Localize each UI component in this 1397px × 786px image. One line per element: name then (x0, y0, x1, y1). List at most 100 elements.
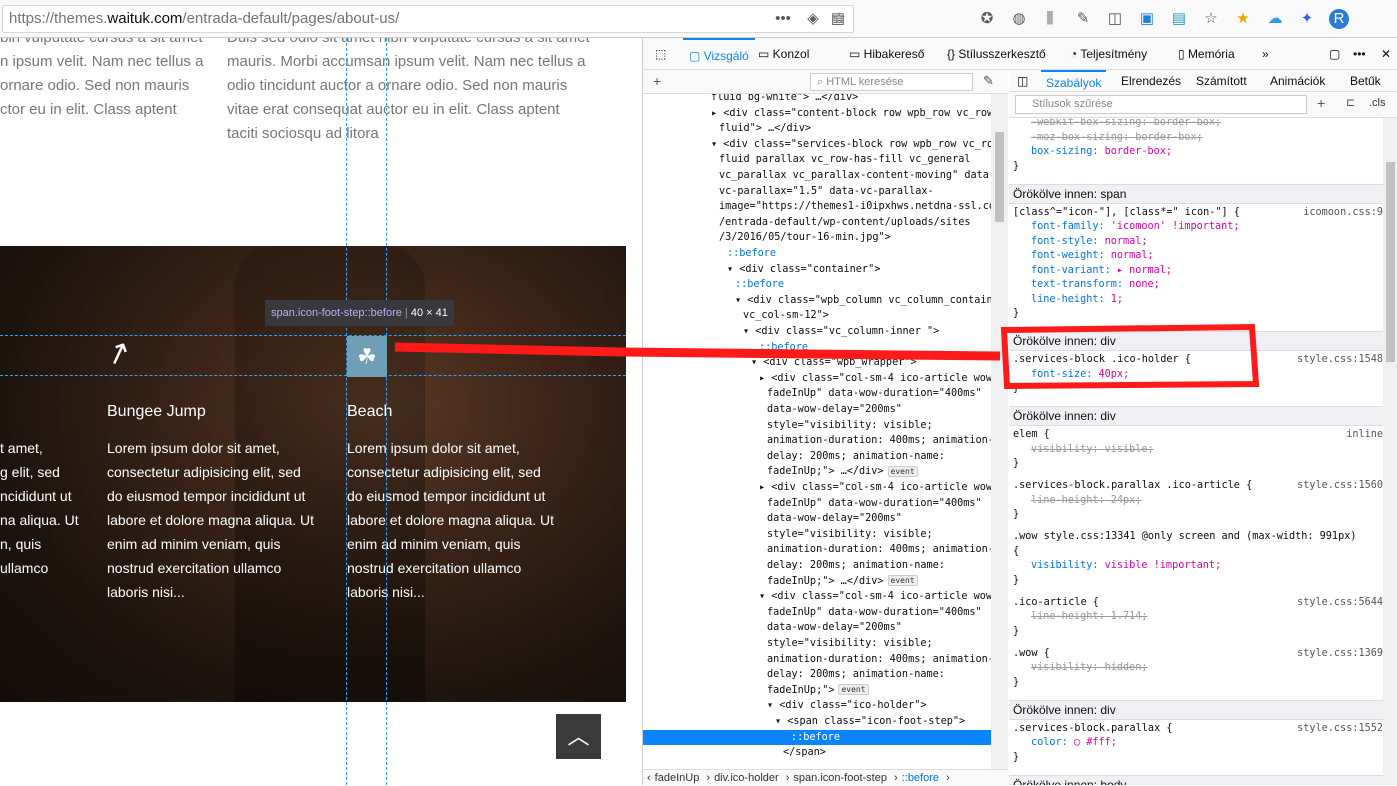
markup-node[interactable]: ▾ <div class="ico-holder"> (643, 698, 991, 714)
css-declaration[interactable]: -moz-box-sizing: border-box; (1009, 131, 1383, 145)
more-tabs-icon[interactable]: » (1262, 38, 1269, 70)
markup-node[interactable]: ▾ <div class="container"> (643, 262, 991, 278)
markup-node[interactable]: ▾ <div class="wpb_column vc_column_conta… (643, 293, 991, 309)
breadcrumb-1[interactable]: div.ico-holder (714, 772, 779, 784)
rule-source-link[interactable]: style.css:5644 (1297, 596, 1383, 610)
pick-element-icon[interactable]: ⬚ (655, 38, 666, 70)
breadcrumb-0[interactable]: fadeInUp (655, 772, 700, 784)
star-badge-icon[interactable]: ✪ (977, 9, 997, 29)
html-search-input[interactable]: ⌕ HTML keresése (810, 73, 973, 91)
css-declaration[interactable]: text-transform: none; (1009, 278, 1383, 292)
css-selector[interactable]: elem {inline (1009, 428, 1383, 442)
r-extension-icon[interactable]: R (1329, 9, 1349, 29)
markup-scrollbar[interactable] (991, 94, 1008, 769)
rule-source-link[interactable]: style.css:1552 (1297, 722, 1383, 736)
css-declaration[interactable]: -webkit-box-sizing: border-box; (1009, 118, 1383, 130)
sidebar-icon[interactable]: ◫ (1105, 9, 1125, 29)
markup-node[interactable]: animation-duration: 400ms; animation- (643, 652, 991, 668)
library-icon[interactable]: ⫼ (1040, 9, 1060, 29)
rules-scrollbar[interactable] (1383, 118, 1397, 785)
tab-rules[interactable]: Szabályok (1041, 70, 1107, 92)
url-bar[interactable]: https://themes.waituk.com/entrada-defaul… (2, 5, 854, 33)
markup-node[interactable]: fadeInUp" data-wow-duration="400ms" (643, 386, 991, 402)
markup-node[interactable]: vc_parallax vc_parallax-content-moving" … (643, 168, 991, 184)
pocket-icon[interactable]: ◈ (803, 9, 823, 29)
markup-node[interactable]: </span> (643, 745, 991, 761)
tab-animations[interactable]: Animációk (1270, 70, 1325, 92)
wrench-icon[interactable]: ✎ (1073, 9, 1093, 29)
css-declaration[interactable]: box-sizing: border-box; (1009, 145, 1383, 159)
tab-inspector[interactable]: ▢ Vizsgáló (683, 38, 755, 70)
markup-node[interactable]: ▾ <div class="vc_column-inner "> (643, 324, 991, 340)
tab-debugger[interactable]: ▭ Hibakereső (849, 38, 924, 70)
markup-node[interactable]: ::before (643, 277, 991, 293)
globe-icon[interactable]: ◍ (1009, 9, 1029, 29)
css-declaration[interactable]: visibility: visible; (1009, 443, 1383, 457)
markup-node[interactable]: fadeInUp" data-wow-duration="400ms" (643, 496, 991, 512)
breadcrumb-2[interactable]: span.icon-foot-step (793, 772, 887, 784)
markup-node[interactable]: animation-duration: 400ms; animation- (643, 542, 991, 558)
markup-node[interactable]: fadeInUp;"> …</div> event (643, 464, 991, 480)
devtools-menu-icon[interactable]: ••• (1353, 38, 1366, 70)
markup-node[interactable]: ▾ <span class="icon-foot-step"> (643, 714, 991, 730)
style-filter-input[interactable]: Stílusok szűrése (1015, 95, 1307, 114)
markup-node[interactable]: data-wow-delay="200ms" (643, 511, 991, 527)
markup-node[interactable]: data-wow-delay="200ms" (643, 402, 991, 418)
css-declaration[interactable]: font-weight: normal; (1009, 249, 1383, 263)
add-rule-icon[interactable]: + (1317, 95, 1325, 111)
favorite-star-icon[interactable]: ☆ (1201, 9, 1221, 29)
markup-node[interactable]: vc_col-sm-12"> (643, 308, 991, 324)
markup-node[interactable]: delay: 200ms; animation-name: (643, 667, 991, 683)
event-badge[interactable]: event (838, 684, 869, 696)
css-selector[interactable]: .services-block.parallax {style.css:1552 (1009, 722, 1383, 736)
css-declaration[interactable]: font-family: 'icomoon' !important; (1009, 220, 1383, 234)
gold-star-icon[interactable]: ★ (1233, 9, 1253, 29)
markup-node[interactable]: fluid bg-white"> …</div> (643, 94, 991, 106)
tab-style-editor[interactable]: {} Stílusszerkesztő (947, 38, 1046, 70)
css-selector[interactable]: [class^="icon-"], [class*=" icon-"] {ico… (1009, 206, 1383, 220)
css-selector[interactable]: .wow {style.css:1369 (1009, 647, 1383, 661)
rule-source-link[interactable]: inline (1346, 428, 1383, 442)
rule-source-link[interactable]: icomoon.css:9 (1303, 206, 1383, 220)
tab-memory[interactable]: ▯ Memória (1178, 38, 1235, 70)
markup-node-selected[interactable]: ::before (643, 729, 991, 746)
markup-node[interactable]: fluid"> …</div> (643, 121, 991, 137)
markup-node[interactable]: image="https://themes1-i0ipxhws.netdna-s… (643, 199, 991, 215)
css-declaration[interactable]: color: ◯ #fff; (1009, 736, 1383, 750)
rule-source-link[interactable]: style.css:1560 (1297, 479, 1383, 493)
markup-node[interactable]: fadeInUp;"> …</div> event (643, 574, 991, 590)
screenshot-icon[interactable]: ▣ (1137, 9, 1157, 29)
markup-node[interactable]: delay: 200ms; animation-name: (643, 558, 991, 574)
markup-node[interactable]: ▾ <div class="services-block row wpb_row… (643, 137, 991, 153)
breadcrumb-3[interactable]: ::before (902, 772, 939, 784)
markup-node[interactable]: style="visibility: visible; (643, 636, 991, 652)
css-declaration[interactable]: visibility: visible !important; (1009, 559, 1383, 573)
css-declaration[interactable]: line-height: 1.714; (1009, 610, 1383, 624)
rule-source-link[interactable]: style.css:1369 (1297, 647, 1383, 661)
layout-toggle-icon[interactable]: ◫ (1017, 70, 1028, 92)
css-declaration[interactable]: visibility: hidden; (1009, 661, 1383, 675)
more-actions-icon[interactable]: ••• (773, 9, 793, 29)
cls-toggle[interactable]: .cls (1369, 97, 1386, 109)
css-selector[interactable]: .services-block .ico-holder {style.css:1… (1009, 353, 1383, 367)
tab-fonts[interactable]: Betűk (1350, 70, 1381, 92)
markup-node[interactable]: ▸ <div class="content-block row wpb_row … (643, 106, 991, 122)
css-selector[interactable]: .ico-article {style.css:5644 (1009, 596, 1383, 610)
tab-performance[interactable]: ◔ Teljesítmény (1070, 38, 1147, 70)
css-selector[interactable]: .services-block.parallax .ico-article {s… (1009, 479, 1383, 493)
markup-node[interactable]: delay: 200ms; animation-name: (643, 449, 991, 465)
markup-node[interactable]: ▾ <div class="col-sm-4 ico-article wow (643, 589, 991, 605)
css-declaration[interactable]: font-variant: ▸ normal; (1009, 264, 1383, 278)
event-badge[interactable]: event (887, 575, 918, 587)
print-sim-icon[interactable]: ⊏ (1346, 96, 1355, 109)
extension-icon[interactable]: ✦ (1297, 9, 1317, 29)
markup-node[interactable]: data-wow-delay="200ms" (643, 620, 991, 636)
markup-node[interactable]: animation-duration: 400ms; animation- (643, 433, 991, 449)
tab-console[interactable]: ▭ Konzol (758, 38, 809, 70)
tab-computed[interactable]: Számított (1196, 70, 1247, 92)
markup-node[interactable]: fluid parallax vc_row-has-fill vc_genera… (643, 152, 991, 168)
eyedropper-icon[interactable]: ✎ (983, 73, 994, 89)
markup-node[interactable]: ▾ <div class="wpb_wrapper"> (643, 355, 991, 371)
save-icon[interactable]: ▤ (1169, 9, 1189, 29)
close-devtools-icon[interactable]: ✕ (1381, 38, 1391, 70)
